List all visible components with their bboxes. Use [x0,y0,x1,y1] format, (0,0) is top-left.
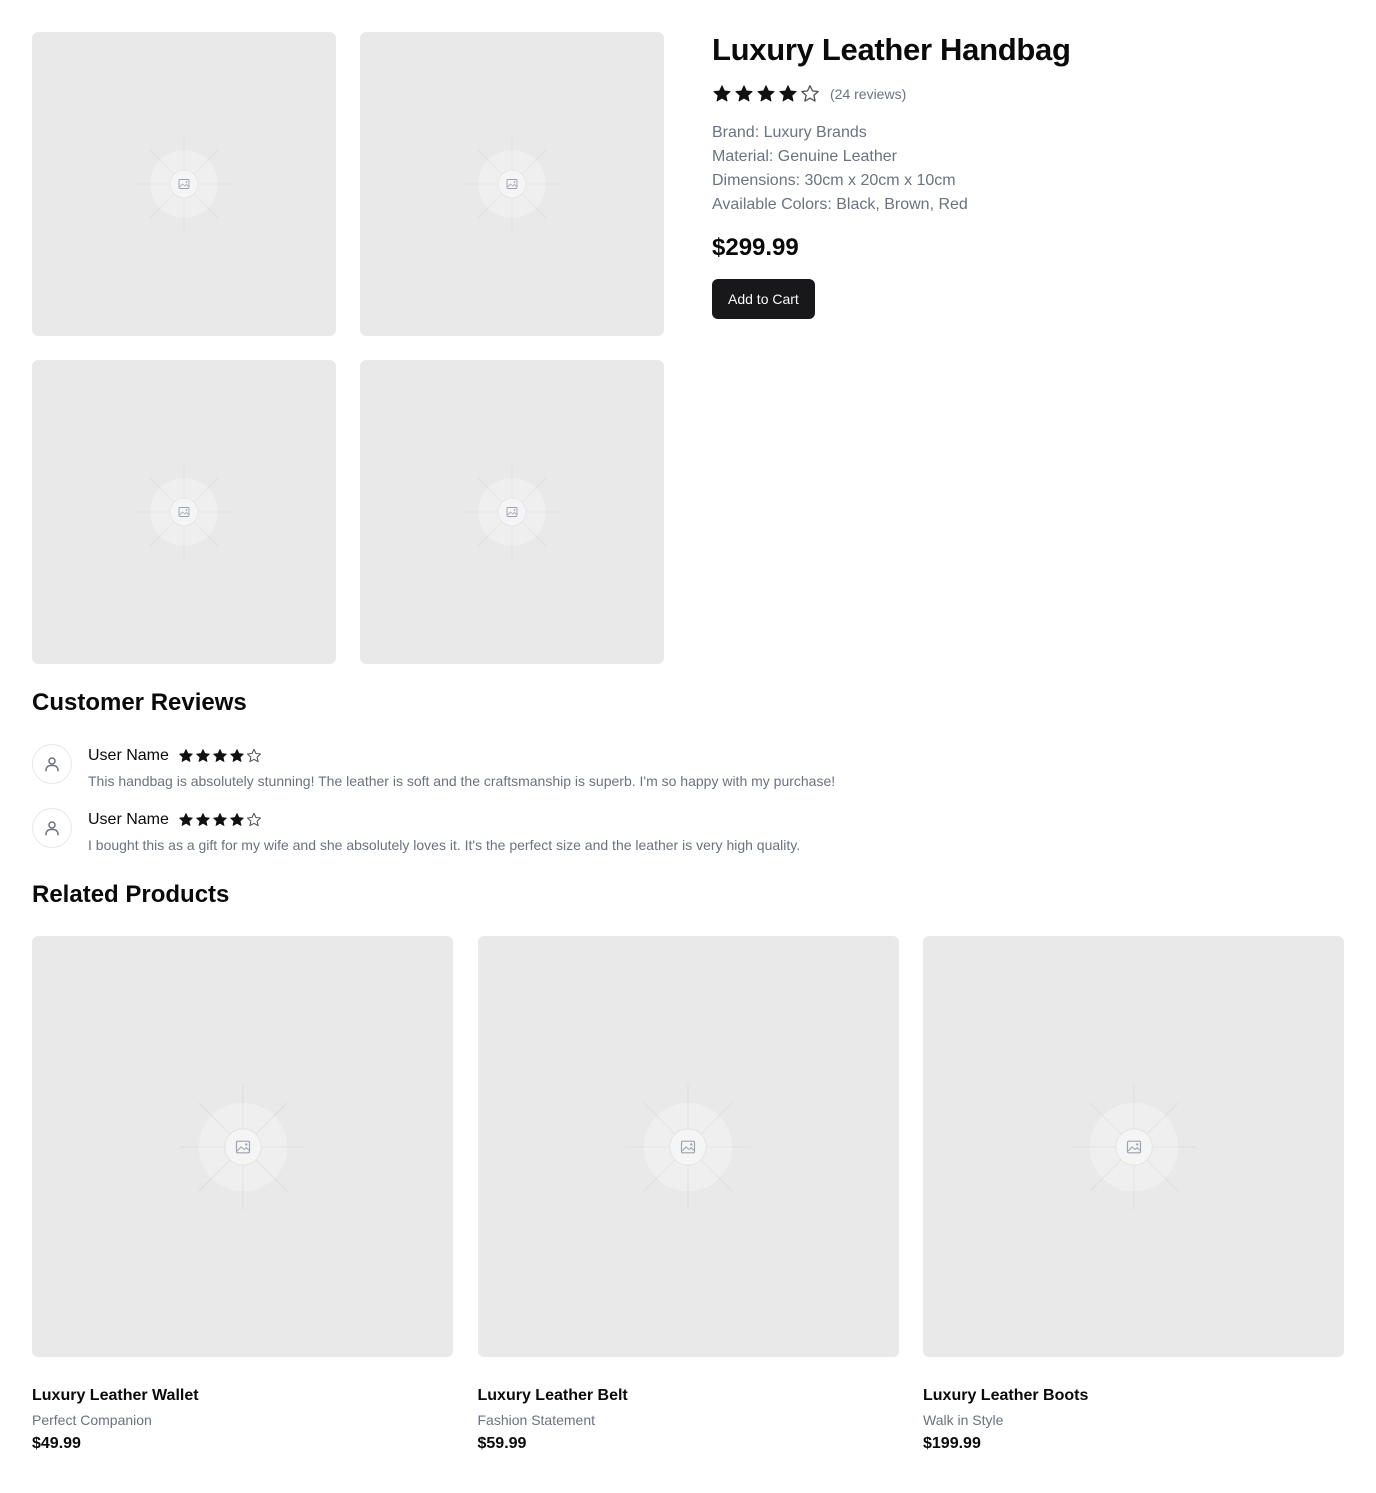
star-filled-icon [779,85,797,102]
related-products-grid: Luxury Leather Wallet Perfect Companion … [32,936,1344,1455]
spec-dimensions: Dimensions: 30cm x 20cm x 10cm [712,172,956,189]
product-gallery [32,32,664,664]
gallery-image-4[interactable] [360,360,664,664]
user-icon [45,757,59,772]
review-star-rating [178,748,262,764]
spec-brand: Brand: Luxury Brands [712,124,867,141]
related-product-price: $199.99 [923,1435,981,1452]
related-product-image[interactable] [477,936,899,1357]
star-filled-icon [213,749,227,762]
related-product-name[interactable]: Luxury Leather Belt [478,1385,899,1407]
star-filled-icon [713,85,731,102]
review-count[interactable]: (24 reviews) [830,86,906,102]
related-product-image[interactable] [32,936,453,1357]
related-products-heading: Related Products [32,881,230,908]
star-filled-icon [735,85,753,102]
star-filled-icon [196,813,210,826]
review-user-name: User Name [88,747,169,764]
add-to-cart-button[interactable]: Add to Cart [712,279,815,319]
product-page: Luxury Leather Handbag (24 reviews) Bran… [0,0,1376,1493]
star-filled-icon [230,749,244,762]
image-placeholder-icon [180,1084,305,1209]
related-product-name[interactable]: Luxury Leather Wallet [32,1385,453,1407]
star-outline-icon [246,748,261,763]
star-filled-icon [757,85,775,102]
product-info: Luxury Leather Handbag (24 reviews) Bran… [712,32,1332,319]
gallery-image-1[interactable] [32,32,336,336]
star-filled-icon [196,749,210,762]
star-rating [712,84,820,104]
related-product-name[interactable]: Luxury Leather Boots [923,1385,1344,1407]
related-product-card[interactable]: Luxury Leather Boots Walk in Style $199.… [923,936,1344,1455]
star-outline-icon [246,812,261,827]
spec-material: Material: Genuine Leather [712,148,897,165]
review-user-name: User Name [88,811,169,828]
review-text: This handbag is absolutely stunning! The… [88,773,836,789]
avatar [32,808,72,848]
review-item: User Name I bought this as a gift for my… [32,806,1332,858]
related-product-price: $49.99 [32,1435,81,1452]
gallery-image-2[interactable] [360,32,664,336]
review-star-rating [178,812,262,828]
image-placeholder-icon [1071,1084,1196,1209]
product-title: Luxury Leather Handbag [712,32,1071,67]
star-filled-icon [213,813,227,826]
avatar [32,744,72,784]
review-header: User Name [88,808,262,832]
image-placeholder-icon [464,136,560,232]
review-item: User Name This handbag is absolutely stu… [32,742,1332,794]
star-outline-icon [801,85,819,102]
reviews-heading: Customer Reviews [32,689,247,716]
review-text: I bought this as a gift for my wife and … [88,837,801,853]
related-product-subtitle: Perfect Companion [32,1412,152,1428]
user-icon [45,821,59,836]
related-product-card[interactable]: Luxury Leather Wallet Perfect Companion … [32,936,453,1455]
related-product-price: $59.99 [477,1435,527,1452]
related-product-image[interactable] [923,936,1344,1357]
related-product-card[interactable]: Luxury Leather Belt Fashion Statement $5… [477,936,899,1455]
star-filled-icon [179,813,193,826]
gallery-image-3[interactable] [32,360,336,664]
product-specs: Brand: Luxury Brands Material: Genuine L… [712,121,1332,217]
star-filled-icon [179,749,193,762]
review-header: User Name [88,744,262,768]
star-filled-icon [230,813,244,826]
product-price: $299.99 [712,234,799,261]
related-product-subtitle: Fashion Statement [477,1412,596,1428]
image-placeholder-icon [136,136,232,232]
image-placeholder-icon [464,464,560,560]
product-rating: (24 reviews) [712,83,1332,105]
image-placeholder-icon [625,1084,751,1209]
related-product-subtitle: Walk in Style [923,1412,1004,1428]
image-placeholder-icon [136,464,232,560]
spec-colors: Available Colors: Black, Brown, Red [712,196,968,213]
